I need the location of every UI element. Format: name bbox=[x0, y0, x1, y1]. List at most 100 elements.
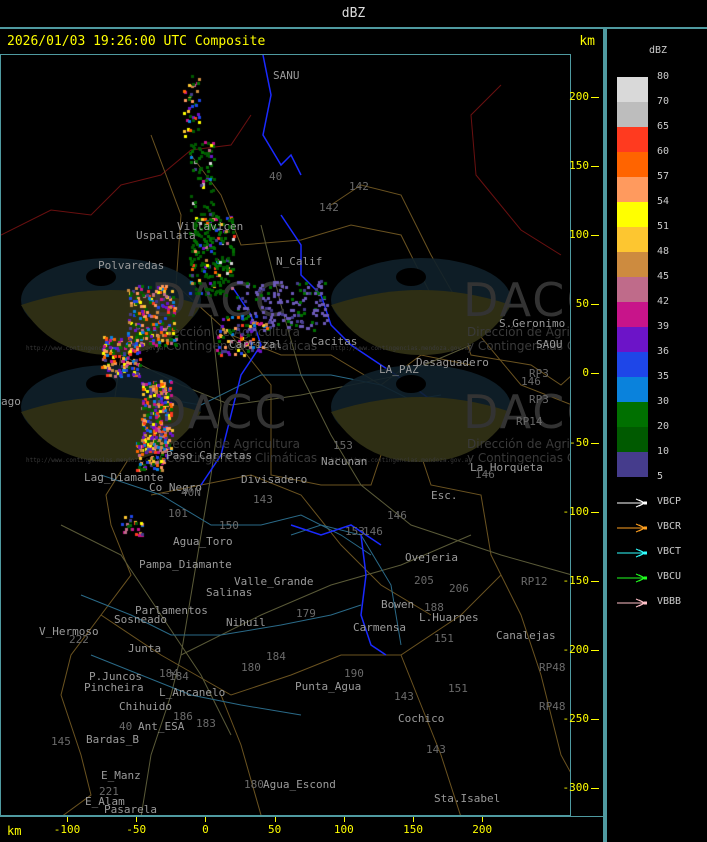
legend-swatch bbox=[617, 102, 648, 127]
y-tick-mark bbox=[591, 649, 599, 651]
title-bar: dBZ bbox=[0, 0, 707, 29]
place-label: Nacunan bbox=[321, 455, 368, 468]
legend-swatch bbox=[617, 302, 648, 327]
x-axis: km -100 -50 0 50 100 150 200 bbox=[0, 816, 605, 842]
legend-swatch bbox=[617, 377, 648, 402]
y-tick-mark bbox=[591, 304, 599, 306]
legend-value: 5 bbox=[657, 471, 664, 482]
x-tick-mark bbox=[274, 817, 276, 822]
legend-swatch bbox=[617, 327, 648, 352]
legend-radar-vbbb: VBBB bbox=[617, 596, 707, 610]
x-tick-label: -50 bbox=[126, 823, 147, 836]
place-label: Pampa_Diamante bbox=[139, 558, 232, 571]
y-tick-mark bbox=[591, 97, 599, 98]
route-number: 206 bbox=[449, 582, 469, 595]
route-number: 205 bbox=[414, 574, 434, 587]
place-label: Uspallata bbox=[136, 229, 196, 242]
place-label: Desaguadero bbox=[416, 356, 489, 369]
legend-radar-vbcr: VBCR bbox=[617, 521, 707, 535]
route-number: 184 bbox=[169, 670, 189, 683]
route-number: 142 bbox=[319, 201, 339, 214]
place-label: Nihuil bbox=[226, 616, 266, 629]
y-tick-label: 100 bbox=[569, 228, 589, 242]
route-number: 101 bbox=[168, 507, 188, 520]
place-label: Paso_Carretas bbox=[166, 449, 253, 462]
y-tick-mark bbox=[591, 580, 599, 582]
x-tick-mark bbox=[343, 817, 345, 822]
y-axis: 200 150 100 50 0 -50 -100 -150 -200 -250 -300 bbox=[563, 54, 605, 816]
arrow-icon bbox=[617, 548, 647, 558]
y-tick-label: -100 bbox=[562, 504, 590, 518]
place-label: S.Geronimo bbox=[499, 317, 566, 330]
legend-radar-vbct: VBCT bbox=[617, 546, 707, 560]
legend-value: 48 bbox=[657, 246, 670, 257]
route-number: 145 bbox=[51, 735, 71, 748]
legend-panel: dBZ 80 70 65 60 57 54 51 48 45 42 39 36 35 30 20 10 5 VBC… bbox=[605, 29, 707, 842]
place-label: Carmensa bbox=[353, 621, 406, 634]
place-label: L_Ancanelo bbox=[159, 686, 226, 699]
legend-value: 65 bbox=[657, 121, 670, 132]
route-number: 179 bbox=[296, 607, 316, 620]
legend-value: 60 bbox=[657, 146, 670, 157]
route-number: 222 bbox=[69, 633, 89, 646]
legend-radar-vbcu: VBCU bbox=[617, 571, 707, 585]
route-number: 146 bbox=[387, 509, 407, 522]
legend-radar-vbcp: VBCP bbox=[617, 496, 707, 510]
x-unit-label: km bbox=[7, 824, 22, 838]
route-number: 184 bbox=[266, 650, 286, 663]
route-number: 150 bbox=[219, 519, 239, 532]
legend-swatch bbox=[617, 452, 648, 477]
y-tick-mark bbox=[591, 235, 599, 237]
y-tick-label: 50 bbox=[575, 297, 589, 311]
place-label: Bardas_B bbox=[86, 733, 139, 746]
route-number: 153 bbox=[345, 525, 365, 538]
legend-swatch bbox=[617, 252, 648, 277]
place-label: E_Manz bbox=[101, 769, 141, 782]
route-number: 151 bbox=[434, 632, 454, 645]
route-number: 183 bbox=[196, 717, 216, 730]
route-number: 40 bbox=[119, 720, 133, 733]
x-tick-label: 50 bbox=[268, 823, 282, 836]
x-tick-label: 100 bbox=[333, 823, 354, 836]
y-tick-label: -200 bbox=[562, 642, 590, 656]
legend-value: 39 bbox=[657, 321, 670, 332]
legend-swatch bbox=[617, 402, 648, 427]
y-tick-label: -150 bbox=[562, 573, 590, 587]
place-label: Agua_Escond bbox=[263, 778, 336, 791]
arrow-icon bbox=[617, 573, 647, 583]
legend-swatch bbox=[617, 177, 648, 202]
y-tick-label: -300 bbox=[562, 781, 590, 794]
place-label: Salinas bbox=[206, 586, 253, 599]
legend-title: dBZ bbox=[649, 45, 668, 56]
place-label: Ovejeria bbox=[405, 551, 458, 564]
x-tick-mark bbox=[482, 817, 484, 822]
route-number: 142 bbox=[349, 180, 369, 193]
y-tick-mark bbox=[591, 511, 599, 513]
x-tick-label: 150 bbox=[403, 823, 423, 836]
x-tick-label: 0 bbox=[202, 823, 209, 836]
route-number: RP3 bbox=[529, 393, 549, 406]
y-tick-label: 150 bbox=[569, 159, 589, 173]
route-number: 143 bbox=[394, 690, 414, 703]
x-tick-mark bbox=[413, 817, 414, 822]
place-label: Chihuido bbox=[119, 700, 172, 713]
place-label: Sta.Isabel bbox=[434, 792, 501, 805]
y-tick-mark bbox=[591, 718, 599, 720]
place-label: Esc. bbox=[431, 489, 458, 502]
route-number: 190 bbox=[344, 667, 364, 680]
route-number: 146 bbox=[521, 375, 541, 388]
legend-swatch bbox=[617, 152, 648, 177]
x-tick-mark bbox=[136, 817, 138, 822]
y-tick-label: -250 bbox=[562, 711, 590, 725]
legend-value: 54 bbox=[657, 196, 670, 207]
radar-map[interactable]: DACCDirección de Agriculturay Contingenc… bbox=[0, 54, 571, 816]
legend-value: 57 bbox=[657, 171, 670, 182]
route-number: RP48 bbox=[539, 661, 566, 674]
route-number: 180 bbox=[241, 661, 261, 674]
legend-swatch bbox=[617, 77, 648, 102]
x-tick-mark bbox=[67, 817, 68, 822]
place-label: Pincheira bbox=[84, 681, 144, 694]
route-number: 143 bbox=[426, 743, 446, 756]
place-label: Polvaredas bbox=[98, 259, 165, 272]
route-number: 146 bbox=[475, 468, 495, 481]
